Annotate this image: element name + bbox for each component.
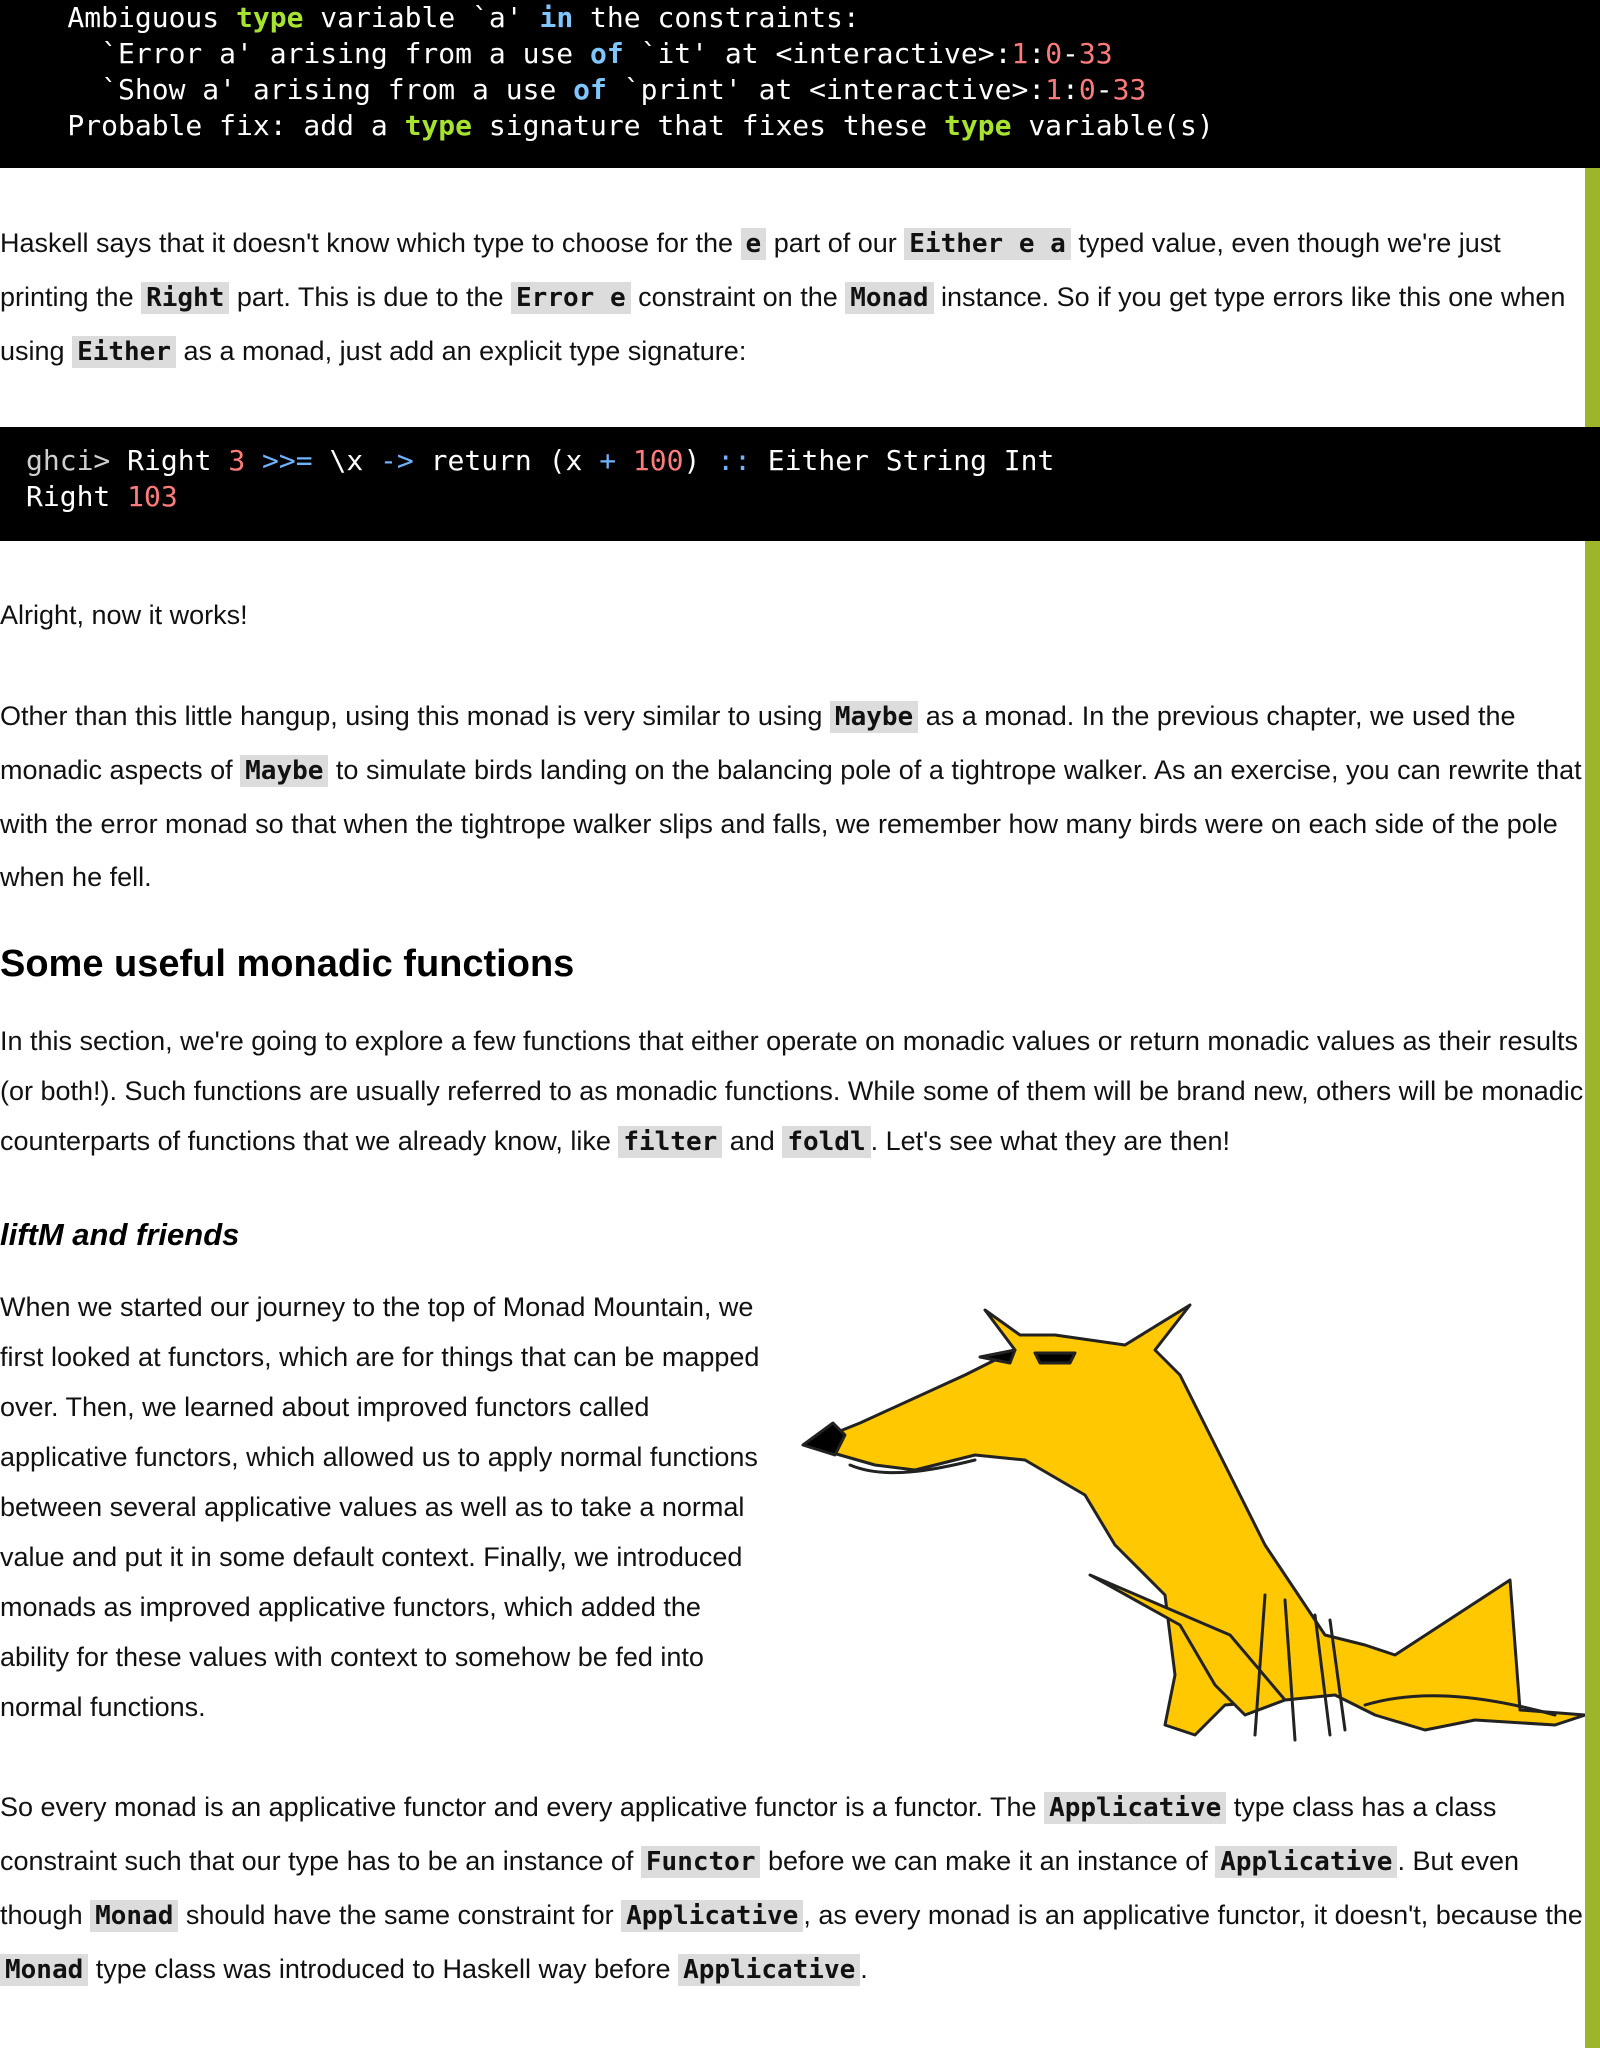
- inline-code: Either: [72, 336, 176, 368]
- inline-code: Either e a: [904, 228, 1071, 260]
- paragraph-monad-mountain: When we started our journey to the top o…: [0, 1292, 760, 1722]
- wolf-body: [803, 1303, 1585, 1737]
- subsection-heading: liftM and friends: [0, 1217, 240, 1252]
- wolf-eye-right-icon: [1033, 1351, 1077, 1365]
- inline-code: Applicative: [621, 1900, 804, 1932]
- paragraph-now-it-works: Alright, now it works!: [0, 600, 248, 630]
- inline-code: Monad: [845, 282, 934, 314]
- wolf-nose-icon: [801, 1421, 847, 1457]
- inline-code: Applicative: [678, 1954, 861, 1986]
- inline-code: filter: [618, 1126, 723, 1158]
- inline-code: Functor: [640, 1846, 761, 1878]
- ghci-code-block: ghci> Right 3 >>= \x -> return (x + 100)…: [0, 427, 1600, 541]
- inline-code: Right: [141, 282, 230, 314]
- inline-code: e: [740, 228, 767, 260]
- paragraph-either-type-error: Haskell says that it doesn't know which …: [0, 228, 1566, 368]
- wolf-eye-left-icon: [978, 1348, 1017, 1365]
- wolf-illustration: [801, 1303, 1585, 1742]
- paragraph-applicative-constraint: So every monad is an applicative functor…: [0, 1792, 1583, 1986]
- paragraph-section-intro: In this section, we're going to explore …: [0, 1026, 1584, 1158]
- error-code-block: Ambiguous type variable `a' in the const…: [0, 0, 1600, 168]
- inline-code: foldl: [782, 1126, 871, 1158]
- inline-code: Maybe: [240, 755, 329, 787]
- inline-code: Monad: [0, 1954, 89, 1986]
- inline-code: Maybe: [829, 701, 919, 733]
- inline-code: Error e: [511, 282, 631, 314]
- inline-code: Applicative: [1215, 1846, 1398, 1878]
- inline-code: Applicative: [1044, 1792, 1227, 1824]
- section-heading: Some useful monadic functions: [0, 943, 575, 985]
- inline-code: Monad: [90, 1900, 179, 1932]
- paragraph-maybe-comparison: Other than this little hangup, using thi…: [0, 701, 1582, 892]
